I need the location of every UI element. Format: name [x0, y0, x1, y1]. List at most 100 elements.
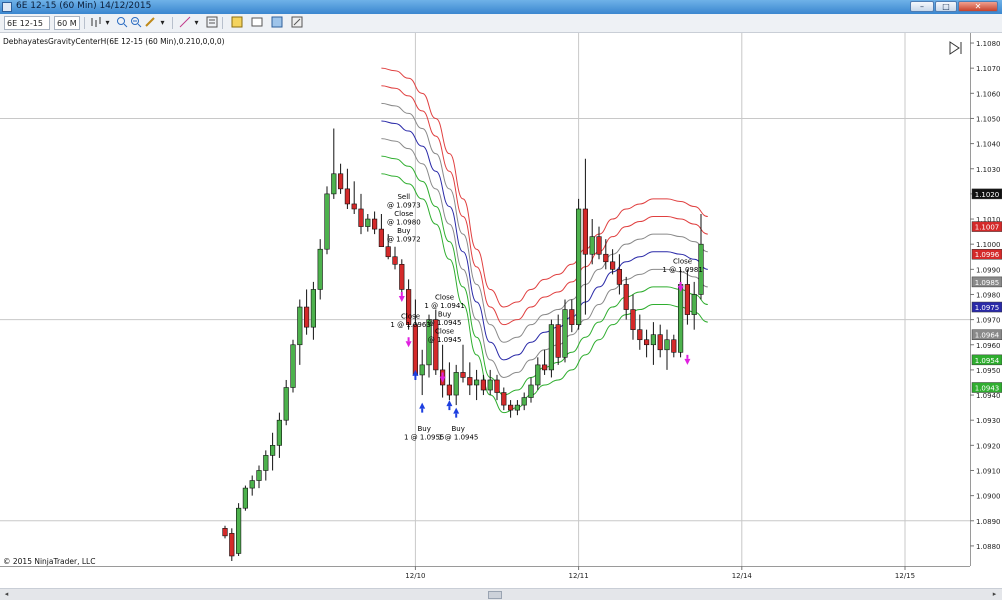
chevron-down-icon[interactable]: ▾: [101, 16, 114, 30]
candle-body: [467, 377, 473, 386]
candle-body: [623, 284, 629, 310]
price-axis: 1.1080 1.1070 1.1060 1.1050 1.1040 1.1030 1.10…: [970, 40, 1001, 551]
candle-body: [337, 173, 344, 190]
candle-body: [399, 263, 405, 290]
candle-body: [480, 379, 487, 391]
candle-body: [460, 372, 466, 378]
toolbar-separator: [222, 17, 223, 29]
scroll-left-button[interactable]: ◂: [2, 590, 11, 599]
properties-icon[interactable]: [205, 16, 218, 30]
annotation-text: 1 @ 1.0963: [390, 321, 430, 329]
annotation-text: Buy: [418, 425, 431, 433]
minimize-button[interactable]: –: [910, 1, 934, 12]
arrow-stem: [400, 291, 403, 296]
annotation-text: Close: [401, 313, 420, 321]
chart-trader-icon[interactable]: [290, 16, 303, 30]
chevron-down-icon[interactable]: ▾: [190, 16, 203, 30]
annotation-text: @ 1.0945: [428, 336, 462, 344]
candle-body: [378, 228, 385, 247]
candle: [236, 503, 242, 556]
zoom-in-icon[interactable]: [115, 16, 128, 30]
annotation-text: Buy: [438, 311, 451, 319]
maximize-button[interactable]: □: [935, 1, 957, 12]
y-tick-label: 1.0930: [976, 417, 1001, 425]
candle-body: [453, 372, 459, 396]
pencil-icon[interactable]: [143, 16, 156, 30]
price-marker-label: 1.0996: [975, 251, 1000, 259]
candle-body: [310, 289, 317, 328]
instrument-selector[interactable]: 6E 12-15: [4, 16, 50, 30]
chevron-down-icon[interactable]: ▾: [156, 16, 169, 30]
annotation-text: Close: [673, 257, 692, 265]
candle-body: [494, 379, 500, 393]
scrollbar-thumb[interactable]: [488, 591, 502, 599]
candle-body: [637, 329, 643, 341]
arrow-tool-icon[interactable]: [230, 16, 243, 30]
y-tick-label: 1.0940: [976, 392, 1001, 400]
y-tick-label: 1.0890: [976, 518, 1001, 526]
interval-selector[interactable]: 60 M: [54, 16, 80, 30]
strategy-icon[interactable]: [270, 16, 283, 30]
candle-body: [487, 379, 493, 391]
candle-body: [365, 218, 371, 227]
scroll-right-button[interactable]: ▸: [990, 590, 999, 599]
price-marker-label: 1.0975: [975, 304, 1000, 312]
candle: [229, 528, 235, 561]
x-tick-label: 12/10: [405, 572, 425, 580]
x-tick-label: 12/14: [732, 572, 753, 580]
arrow-stem: [679, 281, 682, 286]
arrow-stem: [686, 354, 689, 359]
candle-body: [473, 379, 480, 386]
candle-body: [222, 528, 228, 537]
candle: [290, 339, 296, 393]
close-button[interactable]: ✕: [958, 1, 998, 12]
price-chart[interactable]: Sell@ 1.0973Close@ 1.0980Buy@ 1.0972Clos…: [0, 33, 1002, 588]
candle-body: [582, 208, 588, 255]
horizontal-scrollbar[interactable]: ◂ ▸: [0, 588, 1002, 600]
copyright-label: © 2015 NinjaTrader, LLC: [3, 557, 95, 566]
candle-body: [419, 364, 425, 376]
bars-icon[interactable]: [88, 16, 101, 30]
toolbar-separator: [172, 17, 173, 29]
arrow-stem: [441, 372, 444, 377]
candle-body: [256, 470, 262, 481]
candle: [399, 259, 405, 295]
candle-body: [358, 208, 364, 227]
y-tick-label: 1.0990: [976, 266, 1001, 274]
candle: [242, 485, 249, 511]
y-tick-label: 1.1080: [976, 40, 1001, 48]
y-tick-label: 1.1070: [976, 65, 1001, 73]
price-marker: 1.0954: [971, 354, 1002, 366]
candle-body: [677, 284, 684, 353]
price-marker: 1.1007: [971, 221, 1002, 232]
candle-body: [535, 364, 541, 386]
arrow-stem: [455, 413, 458, 418]
candle-body: [290, 344, 296, 388]
candle-body: [603, 253, 609, 263]
candle: [324, 186, 330, 255]
annotation-text: 1 @ 1.0941: [424, 302, 464, 310]
indicator-label: DebhayatesGravityCenterH(6E 12-15 (60 Mi…: [3, 37, 225, 46]
candle-body: [643, 339, 650, 346]
annotation-text: Close: [394, 210, 413, 218]
y-tick-label: 1.1050: [976, 115, 1001, 123]
annotation-text: @ 1.0945: [428, 319, 462, 327]
candle-body: [446, 384, 453, 396]
zoom-out-icon[interactable]: [129, 16, 142, 30]
candle-body: [269, 445, 276, 456]
price-marker-label: 1.1020: [975, 191, 1000, 199]
chart-toolbar: 6E 12-15 60 M ▾ ▾ ▾: [0, 14, 1002, 33]
price-marker: 1.0975: [971, 301, 1002, 313]
candle-body: [664, 339, 670, 351]
y-tick-label: 1.0900: [976, 493, 1001, 501]
candle-body: [555, 324, 561, 358]
data-box-icon[interactable]: [250, 16, 263, 30]
y-tick-label: 1.0910: [976, 467, 1001, 475]
candle: [548, 319, 554, 378]
y-tick-label: 1.0950: [976, 367, 1001, 375]
annotation-text: Sell: [397, 193, 410, 201]
window-title: 6E 12-15 (60 Min) 14/12/2015: [16, 1, 152, 11]
candle-body: [392, 256, 398, 265]
annotation-text: Close: [435, 294, 454, 302]
y-tick-label: 1.1000: [976, 241, 1001, 249]
